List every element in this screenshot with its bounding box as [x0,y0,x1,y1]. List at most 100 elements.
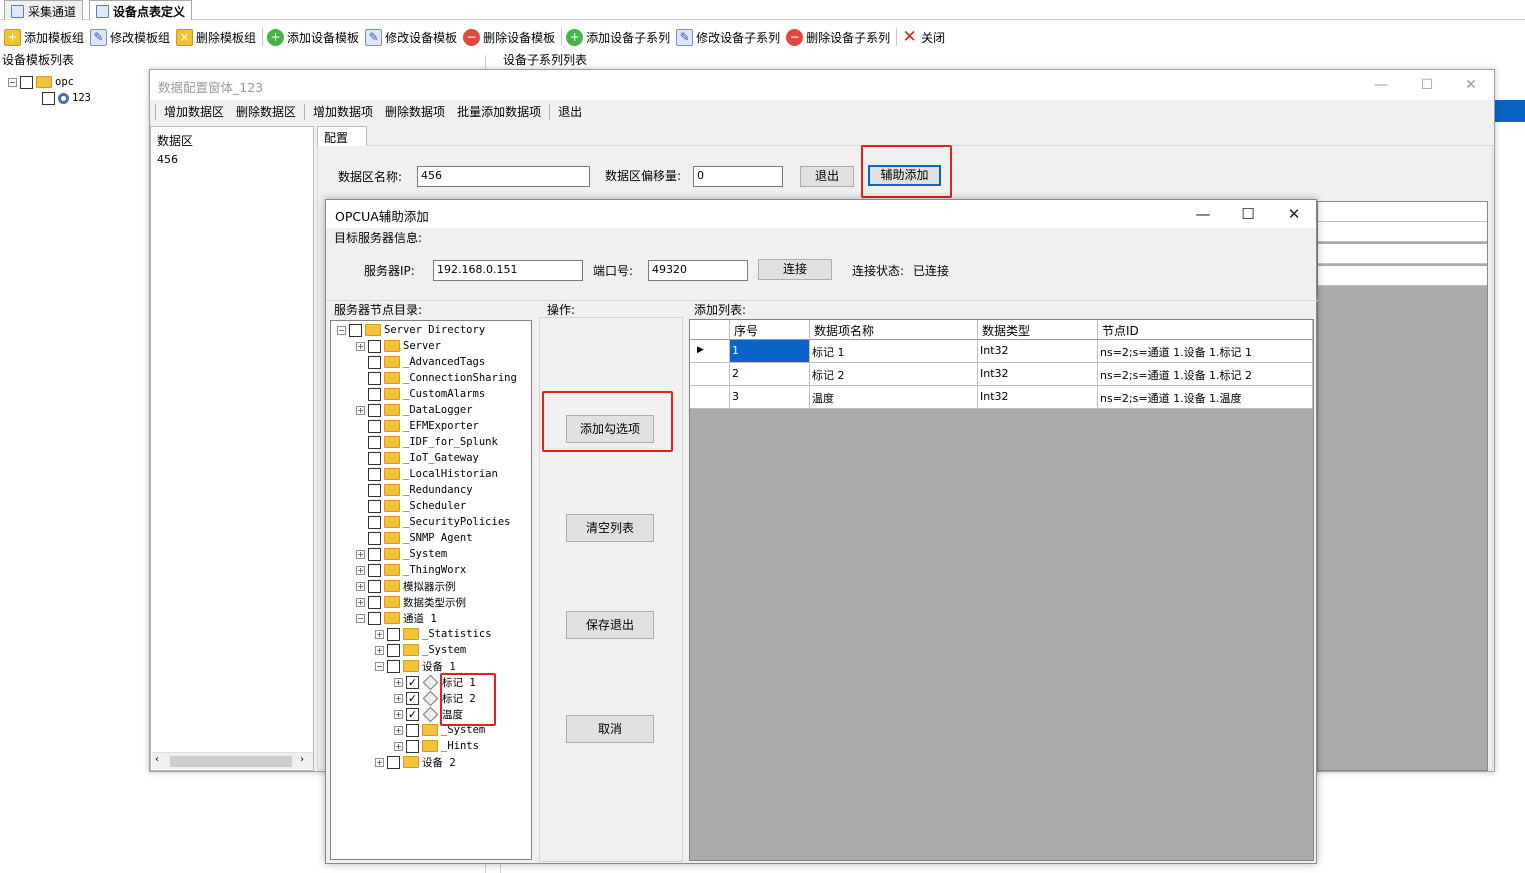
cell-data-type[interactable]: Int32 [978,386,1098,409]
expand-icon[interactable]: + [356,405,365,415]
tree-node[interactable]: + _ThingWorx [356,562,466,578]
checkbox[interactable] [368,563,381,577]
column-header-data-type[interactable]: 数据类型 [978,320,1098,340]
maximize-icon[interactable]: ☐ [1404,70,1450,100]
horizontal-scrollbar[interactable]: ‹ › [152,752,313,769]
checkbox[interactable] [387,627,400,641]
tree-node[interactable]: _SecurityPolicies [356,514,510,530]
tree-node[interactable]: + _DataLogger [356,402,473,418]
close-icon[interactable]: ✕ [1271,200,1317,228]
cell-node-id[interactable]: ns=2;s=通道 1.设备 1.标记 1 [1098,340,1313,363]
toolbar-button-4[interactable]: ✎ 修改设备模板 [365,25,463,49]
cell-data-type[interactable]: Int32 [978,363,1098,386]
cell-item-name[interactable]: 温度 [810,386,978,409]
scroll-right-icon[interactable]: › [300,754,304,765]
expand-icon[interactable]: + [394,709,403,719]
cell-index[interactable]: 2 [730,363,810,386]
expand-icon[interactable]: + [356,549,365,559]
checkbox[interactable] [406,723,419,737]
column-header-index[interactable]: 序号 [730,320,810,340]
scrollbar-thumb[interactable] [170,756,292,767]
checkbox[interactable] [368,483,381,497]
expand-icon[interactable]: + [356,565,365,575]
checkbox[interactable] [368,435,381,449]
toolbar-button-3[interactable]: + 添加设备模板 [267,25,365,49]
cell-node-id[interactable]: ns=2;s=通道 1.设备 1.标记 2 [1098,363,1313,386]
collapse-icon[interactable]: − [375,661,384,671]
checkbox[interactable] [368,467,381,481]
tree-node[interactable]: + _Hints [394,738,479,754]
tab-collect-channel[interactable]: 采集通道 [4,0,84,20]
tree-node[interactable]: + Server [356,338,441,354]
collapse-icon[interactable]: − [8,77,17,87]
checkbox[interactable] [42,91,55,105]
scroll-left-icon[interactable]: ‹ [155,754,159,765]
toolbar-button-8[interactable]: − 删除设备子系列 [786,25,896,49]
table-row[interactable] [1318,244,1487,264]
tree-node[interactable]: _EFMExporter [356,418,479,434]
expand-icon[interactable]: + [375,757,384,767]
data-area-list-item[interactable]: 456 [157,153,178,166]
data-item-grid[interactable] [1317,201,1488,771]
cell-item-name[interactable]: 标记 1 [810,340,978,363]
expand-icon[interactable]: + [394,677,403,687]
toolbar-button-1[interactable]: ✎ 修改模板组 [90,25,176,49]
tree-node[interactable]: _Redundancy [356,482,473,498]
checkbox[interactable] [387,643,400,657]
connect-button[interactable]: 连接 [758,259,832,280]
checkbox[interactable] [368,595,381,609]
checkbox[interactable] [368,531,381,545]
expand-icon[interactable]: + [356,597,365,607]
expand-icon[interactable]: + [394,741,403,751]
checkbox[interactable] [368,451,381,465]
toolbar-button-7[interactable]: ✎ 修改设备子系列 [676,25,786,49]
tree-node[interactable]: + 数据类型示例 [356,594,466,610]
minimize-icon[interactable]: — [1358,70,1404,100]
tree-node[interactable]: _Scheduler [356,498,466,514]
tree-node-opc[interactable]: − opc [8,74,74,90]
server-node-tree[interactable]: − Server Directory + Server _AdvancedTags _Co… [330,320,532,860]
tree-node[interactable]: + 设备 2 [375,754,456,770]
toolbar-button-6[interactable]: + 添加设备子系列 [566,25,676,49]
cell-data-type[interactable]: Int32 [978,340,1098,363]
assist-add-button[interactable]: 辅助添加 [868,165,941,186]
toolbar-button-9[interactable]: ✕ 关闭 [901,25,951,49]
checkbox[interactable] [406,739,419,753]
tree-node-123[interactable]: 123 [42,90,91,106]
exit-button[interactable]: 退出 [800,166,854,187]
menu-add-data-item[interactable]: 增加数据项 [307,102,379,122]
tab-config[interactable]: 配置 [317,126,367,146]
expand-icon[interactable]: + [394,693,403,703]
data-area-list[interactable]: 数据区 456 ‹ › [150,126,314,771]
save-exit-button[interactable]: 保存退出 [566,611,654,639]
table-row[interactable] [1318,266,1487,286]
row-header[interactable] [690,363,730,386]
collapse-icon[interactable]: − [356,613,365,623]
checkbox[interactable] [387,755,400,769]
checkbox[interactable] [387,659,400,673]
checkbox[interactable] [368,547,381,561]
tree-node[interactable]: _IoT_Gateway [356,450,479,466]
checkbox[interactable]: ✓ [406,691,419,705]
maximize-icon[interactable]: ☐ [1225,200,1271,228]
tree-node[interactable]: − 通道 1 [356,610,437,626]
checkbox[interactable] [368,419,381,433]
clear-list-button[interactable]: 清空列表 [566,514,654,542]
tree-node[interactable]: + _Statistics [375,626,492,642]
checkbox[interactable] [368,371,381,385]
data-area-offset-input[interactable]: 0 [693,166,783,187]
checkbox[interactable] [368,515,381,529]
tree-node[interactable]: + _System [375,642,466,658]
expand-icon[interactable]: + [375,629,384,639]
data-area-name-input[interactable]: 456 [417,166,590,187]
checkbox[interactable] [368,355,381,369]
tree-node[interactable]: + _System [356,546,447,562]
table-row[interactable] [1318,202,1487,222]
tree-node[interactable]: − Server Directory [337,322,485,338]
checkbox[interactable] [349,323,362,337]
port-input[interactable]: 49320 [648,260,748,281]
expand-icon[interactable]: + [375,645,384,655]
cancel-button[interactable]: 取消 [566,715,654,743]
checkbox[interactable] [368,403,381,417]
menu-batch-add-data-items[interactable]: 批量添加数据项 [451,102,547,122]
